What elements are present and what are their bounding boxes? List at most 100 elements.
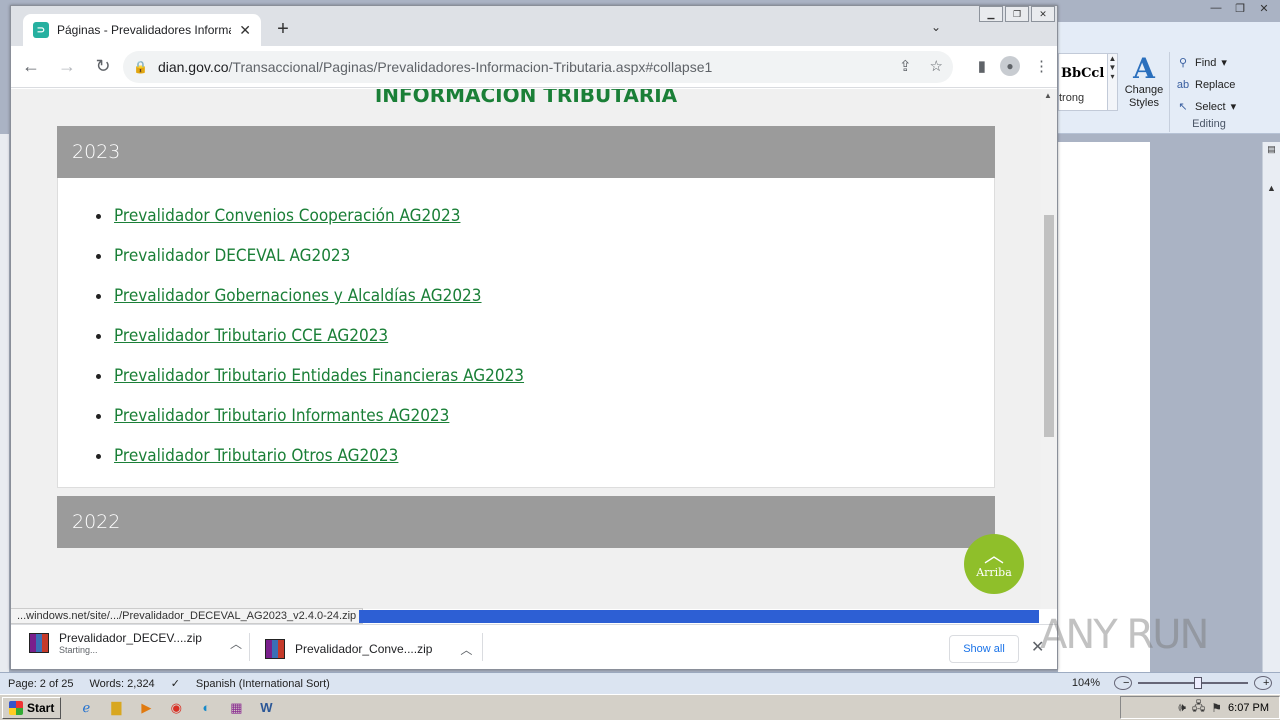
tab-title: Páginas - Prevalidadores Informacio: [57, 23, 232, 37]
proofing-icon[interactable]: ✓: [163, 677, 188, 690]
download-item-deceval[interactable]: Prevalidador_DECEV....zip Starting... ︿: [29, 631, 242, 655]
volume-icon[interactable]: 🕪: [1178, 700, 1186, 715]
editing-group-label: Editing: [1192, 118, 1226, 130]
panel-2023-body: Prevalidador Convenios Cooperación AG202…: [57, 178, 995, 488]
list-item: Prevalidador Tributario CCE AG2023: [58, 316, 994, 356]
download-shelf: Prevalidador_DECEV....zip Starting... ︿ …: [11, 624, 1057, 669]
zoom-slider[interactable]: [1138, 677, 1248, 689]
minimize-icon[interactable]: —: [1206, 2, 1226, 18]
browser-toolbar: ← → ↻ 🔒 dian.gov.co/Transaccional/Pagina…: [11, 46, 1057, 88]
tab-search-chevron-icon[interactable]: ⌄: [931, 20, 941, 34]
chevron-up-icon[interactable]: ︿: [230, 635, 242, 652]
flag-icon[interactable]: ⚑: [1211, 701, 1222, 715]
side-panel-icon[interactable]: ▮: [978, 57, 986, 75]
change-styles-label: Change Styles: [1124, 84, 1164, 109]
word-icon[interactable]: W: [255, 698, 277, 718]
back-to-top-button[interactable]: ︿ Arriba: [964, 534, 1024, 594]
scrollbar-thumb[interactable]: [1044, 215, 1054, 437]
bullet-icon: [96, 333, 101, 339]
page-viewport: INFORMACION TRIBUTARIA 2023 Prevalidador…: [11, 89, 1057, 609]
bullet-icon: [96, 373, 101, 379]
tab-active[interactable]: ⊃ Páginas - Prevalidadores Informacio ✕: [23, 14, 261, 46]
panel-2022-header[interactable]: 2022: [57, 496, 995, 548]
minimize-icon[interactable]: ▁: [979, 6, 1003, 22]
ruler-toggle-icon[interactable]: ▤: [1263, 144, 1280, 155]
edge-icon[interactable]: ◐: [195, 698, 217, 718]
start-button[interactable]: Start: [2, 696, 62, 719]
winrar-icon[interactable]: ▦: [225, 698, 247, 718]
watermark-text: ANY RUN: [1040, 612, 1209, 658]
reload-icon[interactable]: ↻: [87, 51, 119, 83]
replace-button[interactable]: ab Replace: [1176, 74, 1236, 96]
quick-launch: ℯ ▇ ▶ ◉ ◐ ▦ W: [75, 698, 277, 718]
link-deceval[interactable]: Prevalidador DECEVAL AG2023: [114, 246, 350, 266]
style-sample: BbCcl: [1061, 66, 1105, 81]
page-heading: INFORMACION TRIBUTARIA: [374, 89, 678, 107]
restore-icon[interactable]: ❐: [1005, 6, 1029, 22]
link-convenios-cooperacion[interactable]: Prevalidador Convenios Cooperación AG202…: [114, 206, 460, 226]
folder-icon[interactable]: ▇: [105, 698, 127, 718]
word-window-controls: — ❐ ✕: [1184, 0, 1280, 20]
url-host: dian.gov.co: [157, 59, 229, 75]
network-icon[interactable]: 🖧: [1192, 697, 1205, 718]
share-icon[interactable]: ⇪: [899, 57, 912, 75]
chrome-window-controls: ▁ ❐ ✕: [979, 6, 1055, 22]
zoom-out-button[interactable]: −: [1114, 676, 1132, 690]
page-count[interactable]: Page: 2 of 25: [0, 678, 81, 690]
panel-2022: 2022: [57, 496, 995, 548]
media-player-icon[interactable]: ▶: [135, 698, 157, 718]
back-to-top-label: Arriba: [976, 566, 1012, 579]
url-path: /Transaccional/Paginas/Prevalidadores-In…: [228, 59, 713, 75]
select-button[interactable]: ↖ Select ▾: [1176, 96, 1236, 118]
zoom-in-button[interactable]: +: [1254, 676, 1272, 690]
profile-avatar-icon[interactable]: ●: [1000, 56, 1020, 76]
list-item: Prevalidador Gobernaciones y Alcaldías A…: [58, 276, 994, 316]
word-count[interactable]: Words: 2,324: [81, 678, 162, 690]
scroll-up-icon[interactable]: ▲: [1044, 91, 1052, 100]
download-item-convenios[interactable]: Prevalidador_Conve....zip ︿: [265, 639, 472, 659]
clock[interactable]: 6:07 PM: [1228, 702, 1269, 714]
divider: [482, 633, 483, 661]
chrome-window: ⊃ Páginas - Prevalidadores Informacio ✕ …: [10, 5, 1058, 670]
list-item: Prevalidador Convenios Cooperación AG202…: [58, 196, 994, 236]
bookmark-star-icon[interactable]: ☆: [930, 57, 943, 75]
address-bar[interactable]: 🔒 dian.gov.co/Transaccional/Paginas/Prev…: [123, 51, 953, 83]
scroll-up-icon[interactable]: ▲: [1263, 183, 1280, 193]
link-entidades-financieras[interactable]: Prevalidador Tributario Entidades Financ…: [114, 366, 524, 386]
find-button[interactable]: ⚲ Find ▾: [1176, 52, 1236, 74]
lock-icon[interactable]: 🔒: [133, 60, 148, 74]
zoom-level[interactable]: 104%: [1064, 677, 1108, 689]
windows-logo-icon: [9, 700, 23, 715]
bullet-icon: [96, 213, 101, 219]
show-all-button[interactable]: Show all: [949, 635, 1019, 663]
gallery-scroll[interactable]: ▲ ▼ ▾: [1107, 54, 1117, 110]
close-icon[interactable]: ✕: [1254, 2, 1274, 18]
panel-2023-header[interactable]: 2023: [57, 126, 995, 178]
menu-kebab-icon[interactable]: ⋮: [1034, 57, 1049, 75]
new-tab-icon[interactable]: +: [273, 18, 293, 41]
link-gobernaciones-alcaldias[interactable]: Prevalidador Gobernaciones y Alcaldías A…: [114, 286, 482, 306]
ie-icon[interactable]: ℯ: [75, 698, 97, 718]
system-tray: 🕪 🖧 ⚑ 6:07 PM: [1120, 696, 1280, 719]
restore-icon[interactable]: ❐: [1230, 2, 1250, 18]
chevron-up-icon[interactable]: ︿: [460, 641, 472, 658]
tab-close-icon[interactable]: ✕: [239, 22, 251, 39]
forward-icon[interactable]: →: [51, 51, 83, 83]
toolbar-right: ▮ ● ⋮: [978, 56, 1049, 76]
word-document-page[interactable]: [1058, 142, 1150, 672]
chevron-up-icon: ︿: [984, 543, 1004, 567]
link-tributario-otros[interactable]: Prevalidador Tributario Otros AG2023: [114, 446, 398, 466]
zoom-slider-knob[interactable]: [1194, 677, 1202, 689]
back-icon[interactable]: ←: [15, 51, 47, 83]
archive-icon: [29, 633, 49, 653]
close-icon[interactable]: ✕: [1031, 6, 1055, 22]
chrome-icon[interactable]: ◉: [165, 698, 187, 718]
word-vertical-scrollbar[interactable]: ▤ ▲: [1262, 142, 1280, 672]
link-informantes[interactable]: Prevalidador Tributario Informantes AG20…: [114, 406, 449, 426]
link-tributario-cce[interactable]: Prevalidador Tributario CCE AG2023: [114, 326, 388, 346]
change-styles-button[interactable]: A Change Styles: [1122, 54, 1166, 110]
page-scrollbar[interactable]: ▲: [1041, 89, 1057, 609]
language[interactable]: Spanish (International Sort): [188, 678, 338, 690]
quick-styles-gallery[interactable]: BbCcl trong ▲ ▼ ▾: [1058, 53, 1118, 111]
download-status: Starting...: [59, 645, 98, 655]
